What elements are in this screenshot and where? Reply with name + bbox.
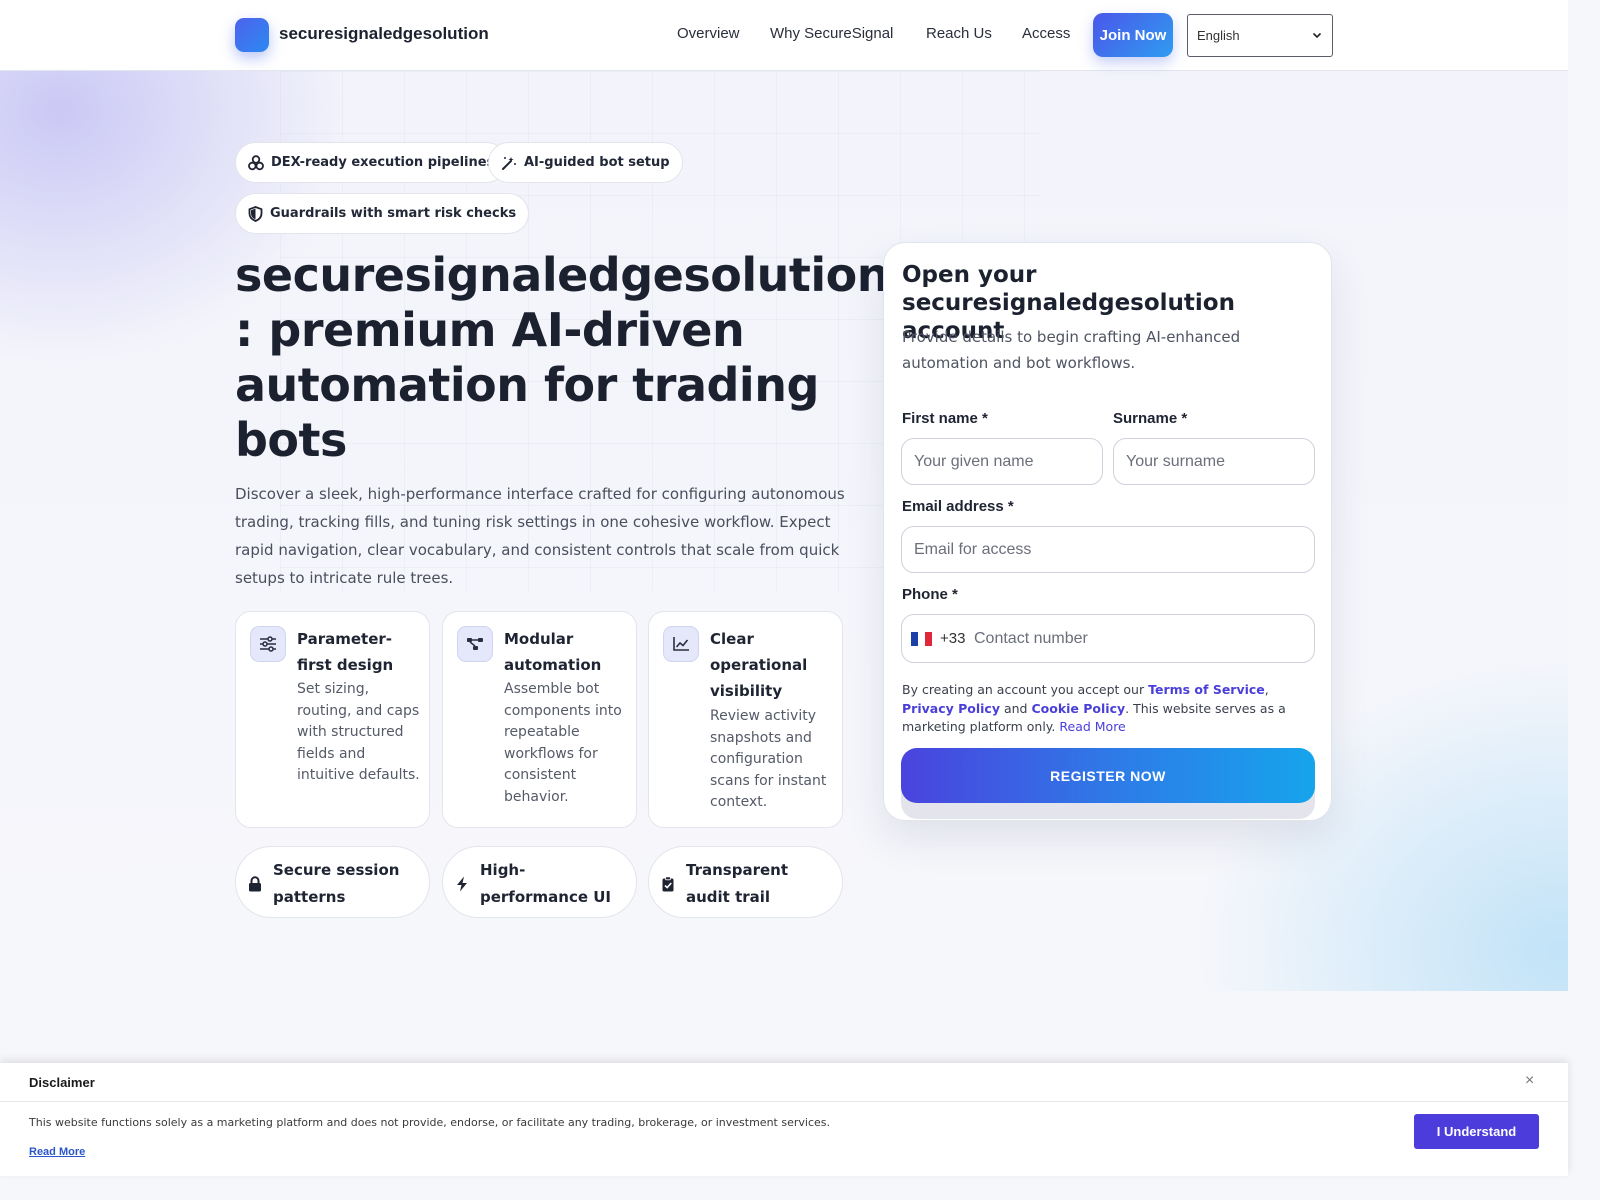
france-flag-icon[interactable]: [911, 632, 932, 646]
nav-why-securesignal[interactable]: Why SecureSignal: [770, 25, 893, 42]
feature-title: Clear operational visibility: [710, 630, 808, 700]
disclaimer-banner: Disclaimer × This website functions sole…: [0, 1063, 1568, 1176]
cookie-policy-link[interactable]: Cookie Policy: [1031, 701, 1125, 716]
disclaimer-header: Disclaimer ×: [0, 1063, 1568, 1102]
badge-label: Secure session patterns: [273, 861, 400, 906]
read-more-link[interactable]: Read More: [1059, 719, 1125, 734]
first-name-input[interactable]: [901, 438, 1103, 485]
magic-wand-icon: [502, 156, 516, 170]
brand-name[interactable]: securesignaledgesolution: [279, 24, 489, 44]
first-name-label: First name *: [902, 410, 988, 427]
email-label: Email address *: [902, 498, 1014, 515]
feature-card-operational-visibility: Clear operational visibility Review acti…: [648, 611, 843, 828]
feature-description: Review activity snapshots and configurat…: [710, 708, 827, 810]
feature-card-parameter-first: Parameter-first design Set sizing, routi…: [235, 611, 430, 828]
phone-field: +33: [901, 614, 1315, 663]
terms-and: and: [1003, 700, 1028, 716]
chevron-down-icon: [1312, 32, 1322, 39]
register-now-button[interactable]: REGISTER NOW: [901, 748, 1315, 803]
nodes-icon: [457, 626, 493, 662]
pill-label: AI-guided bot setup: [524, 155, 670, 170]
close-icon[interactable]: ×: [1525, 1072, 1534, 1090]
logo-icon[interactable]: [235, 18, 269, 52]
hero-description: Discover a sleek, high-performance inter…: [235, 485, 845, 587]
email-input[interactable]: [901, 526, 1315, 573]
pill-label: DEX-ready execution pipelines: [271, 155, 495, 170]
i-understand-button[interactable]: I Understand: [1414, 1114, 1539, 1149]
pill-ai-setup: AI-guided bot setup: [488, 142, 683, 183]
terms-separator: ,: [1264, 682, 1269, 697]
nav-access[interactable]: Access: [1022, 25, 1070, 42]
pill-label: Guardrails with smart risk checks: [270, 206, 517, 221]
phone-input[interactable]: [972, 616, 1302, 661]
form-subtitle: Provide details to begin crafting AI-enh…: [902, 328, 1241, 372]
badge-label: Transparent audit trail: [686, 861, 788, 906]
feature-title: Modular automation: [504, 630, 602, 674]
hero-title: securesignaledgesolution : premium AI-dr…: [235, 248, 889, 467]
nav-overview[interactable]: Overview: [677, 25, 740, 42]
chart-line-icon: [663, 626, 699, 662]
terms-prefix: By creating an account you accept our: [902, 682, 1145, 697]
phone-label: Phone *: [902, 586, 958, 603]
cubes-icon: [248, 154, 264, 170]
surname-input[interactable]: [1113, 438, 1315, 485]
registration-form: Open your securesignaledgesolution accou…: [883, 242, 1332, 821]
feature-title: Parameter-first design: [297, 630, 394, 674]
feature-card-modular-automation: Modular automation Assemble bot componen…: [442, 611, 637, 828]
phone-country-code[interactable]: +33: [940, 630, 965, 647]
disclaimer-read-more-link[interactable]: Read More: [29, 1146, 85, 1158]
disclaimer-title: Disclaimer: [29, 1075, 95, 1090]
disclaimer-text: This website functions solely as a marke…: [29, 1116, 830, 1129]
language-selected: English: [1197, 28, 1240, 43]
language-select[interactable]: English: [1187, 14, 1333, 57]
bolt-icon: [457, 876, 467, 892]
pill-dex-pipelines: DEX-ready execution pipelines: [235, 142, 508, 183]
shield-icon: [248, 205, 263, 222]
badge-high-performance: High-performance UI: [442, 846, 637, 918]
badge-label: High-performance UI: [480, 861, 612, 906]
terms-of-service-link[interactable]: Terms of Service: [1148, 682, 1265, 697]
top-navbar: securesignaledgesolution Overview Why Se…: [0, 0, 1568, 71]
pill-guardrails: Guardrails with smart risk checks: [235, 193, 530, 234]
privacy-policy-link[interactable]: Privacy Policy: [902, 701, 1000, 716]
feature-description: Set sizing, routing, and caps with struc…: [297, 681, 420, 783]
join-now-button[interactable]: Join Now: [1093, 13, 1173, 57]
nav-reach-us[interactable]: Reach Us: [926, 25, 992, 42]
lock-icon: [249, 876, 261, 892]
badge-audit-trail: Transparent audit trail: [648, 846, 843, 918]
terms-text: By creating an account you accept our Te…: [902, 681, 1322, 737]
sliders-icon: [250, 626, 286, 662]
surname-label: Surname *: [1113, 410, 1188, 427]
feature-description: Assemble bot components into repeatable …: [504, 681, 622, 805]
clipboard-check-icon: [662, 876, 674, 892]
badge-secure-session: Secure session patterns: [235, 846, 430, 918]
